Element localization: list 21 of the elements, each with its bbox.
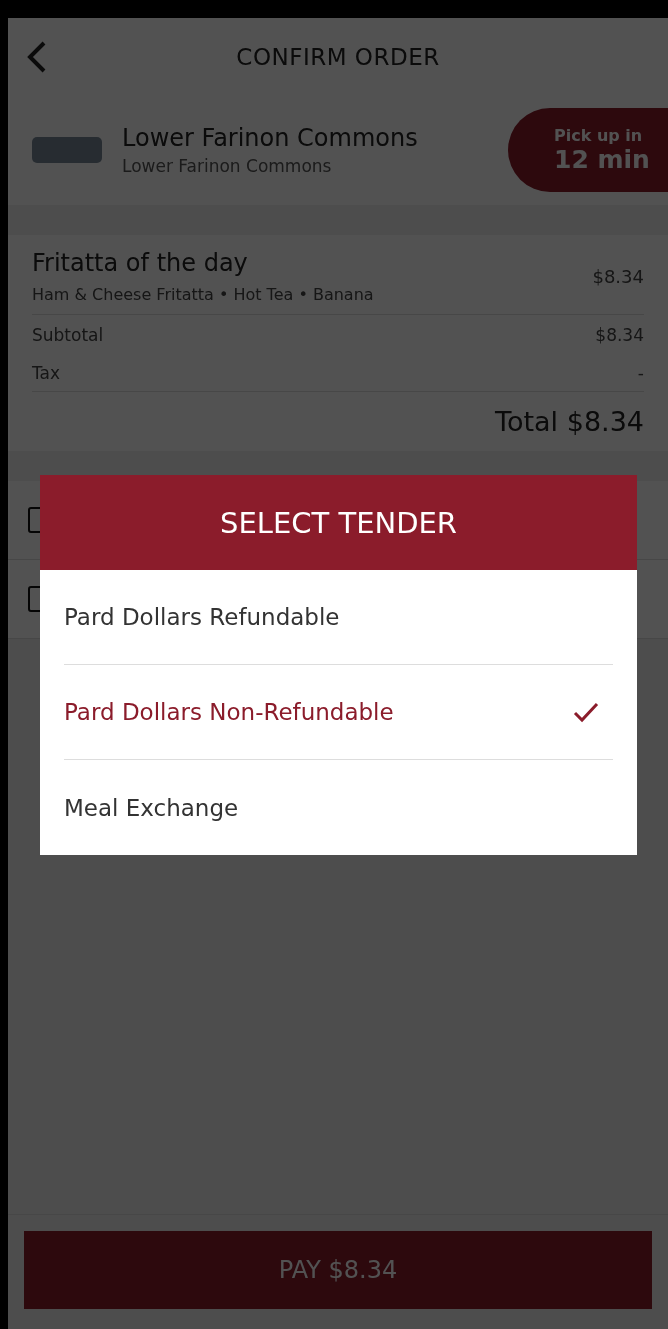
dialog-title: SELECT TENDER [220,505,457,540]
page-title: CONFIRM ORDER [236,43,440,70]
pickup-time: 12 min [554,145,651,174]
photo-placeholder [32,137,102,163]
tender-option[interactable]: Pard Dollars Refundable [64,570,613,665]
item-details: Ham & Cheese Fritatta • Hot Tea • Banana [32,285,374,304]
item-price: $8.34 [592,266,644,287]
total-amount: Total $8.34 [495,406,644,437]
checkbox-icon [28,586,40,612]
pickup-label: Pick up in [554,126,644,145]
item-name: Fritatta of the day [32,249,249,277]
back-icon[interactable] [26,40,48,74]
tender-option[interactable]: Pard Dollars Non-Refundable [64,665,613,760]
location-name: Lower Farinon Commons [122,124,419,152]
tax-value: - [637,363,644,383]
checkbox-icon [28,507,40,533]
tender-option[interactable]: Meal Exchange [64,760,613,855]
checkmark-icon [573,701,599,723]
subtotal-value: $8.34 [595,325,644,345]
subtotal-label: Subtotal [32,325,104,345]
tax-label: Tax [32,363,61,383]
